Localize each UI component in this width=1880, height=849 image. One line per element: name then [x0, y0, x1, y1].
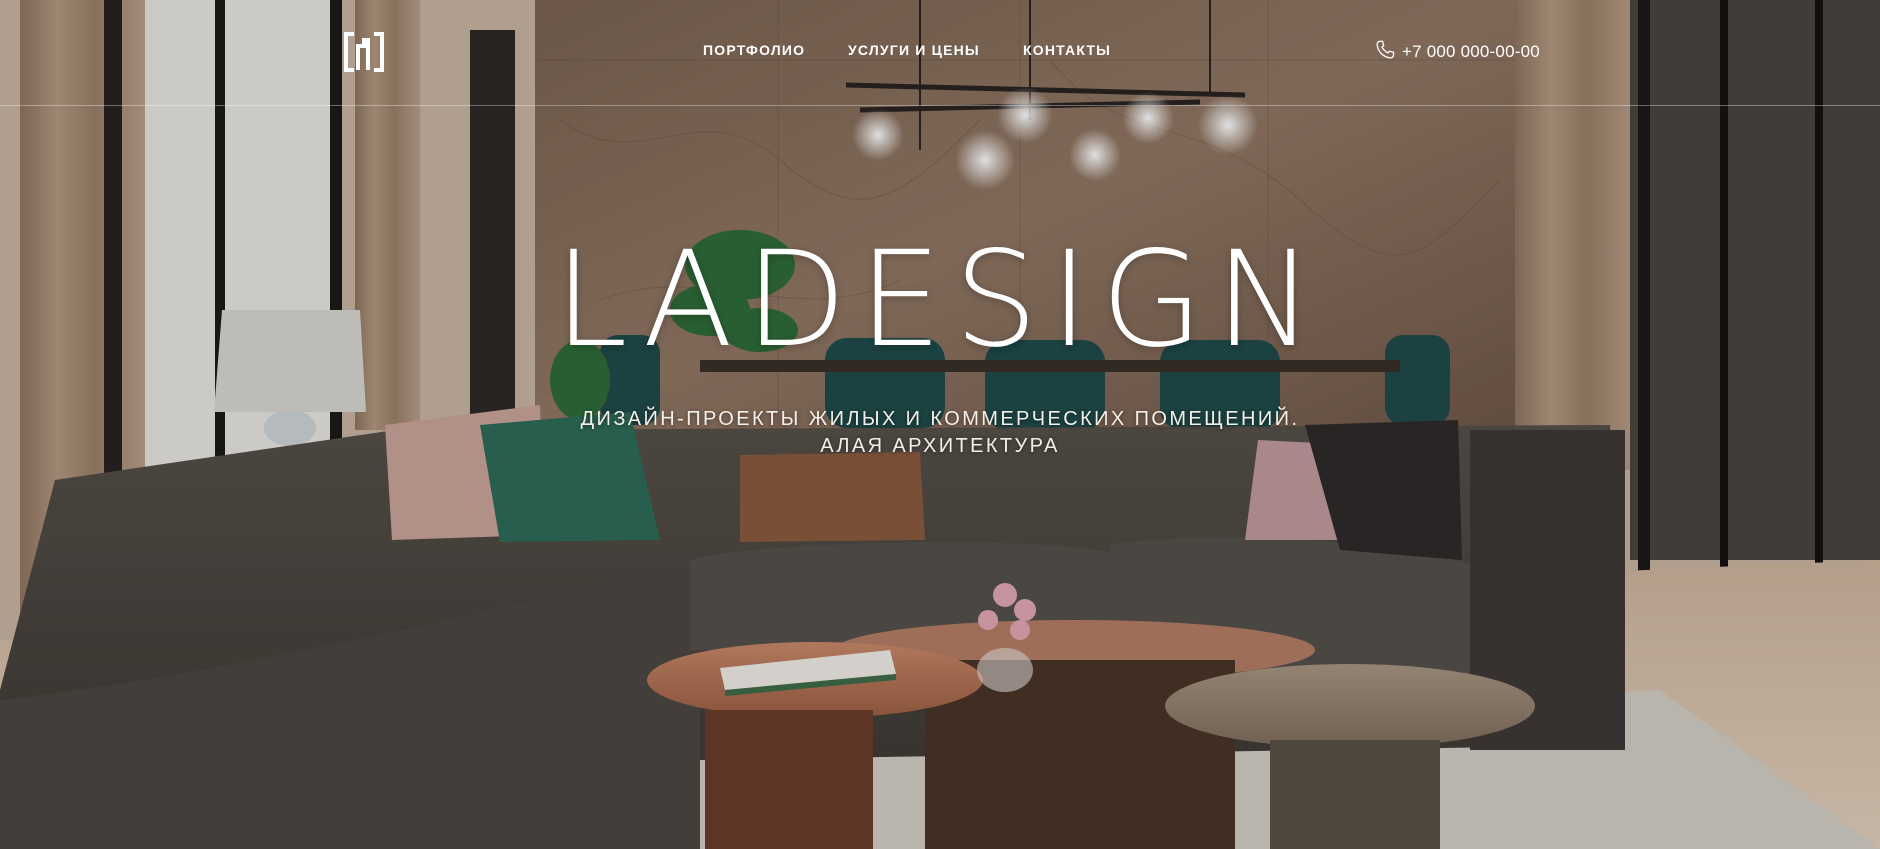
hero-section: LADESIGN ДИЗАЙН-ПРОЕКТЫ ЖИЛЫХ И КОММЕРЧЕ… — [0, 230, 1880, 460]
nav-portfolio[interactable]: ПОРТФОЛИО — [703, 42, 805, 58]
main-nav: ПОРТФОЛИО УСЛУГИ И ЦЕНЫ КОНТАКТЫ — [0, 42, 1880, 62]
hero-title: LADESIGN — [554, 223, 1326, 377]
hero-subtitle-line-2: АЛАЯ АРХИТЕКТУРА — [820, 435, 1060, 457]
phone-icon — [1374, 39, 1396, 66]
nav-services-prices[interactable]: УСЛУГИ И ЦЕНЫ — [848, 42, 980, 58]
nav-contacts[interactable]: КОНТАКТЫ — [1023, 42, 1111, 58]
header-divider — [0, 105, 1880, 106]
site-header: ПОРТФОЛИО УСЛУГИ И ЦЕНЫ КОНТАКТЫ +7 000 … — [0, 0, 1880, 106]
phone-number[interactable]: +7 000 000-00-00 — [1402, 42, 1540, 62]
phone-link[interactable]: +7 000 000-00-00 — [1374, 40, 1540, 64]
hero-subtitle-line-1: ДИЗАЙН-ПРОЕКТЫ ЖИЛЫХ И КОММЕРЧЕСКИХ ПОМЕ… — [580, 408, 1300, 430]
